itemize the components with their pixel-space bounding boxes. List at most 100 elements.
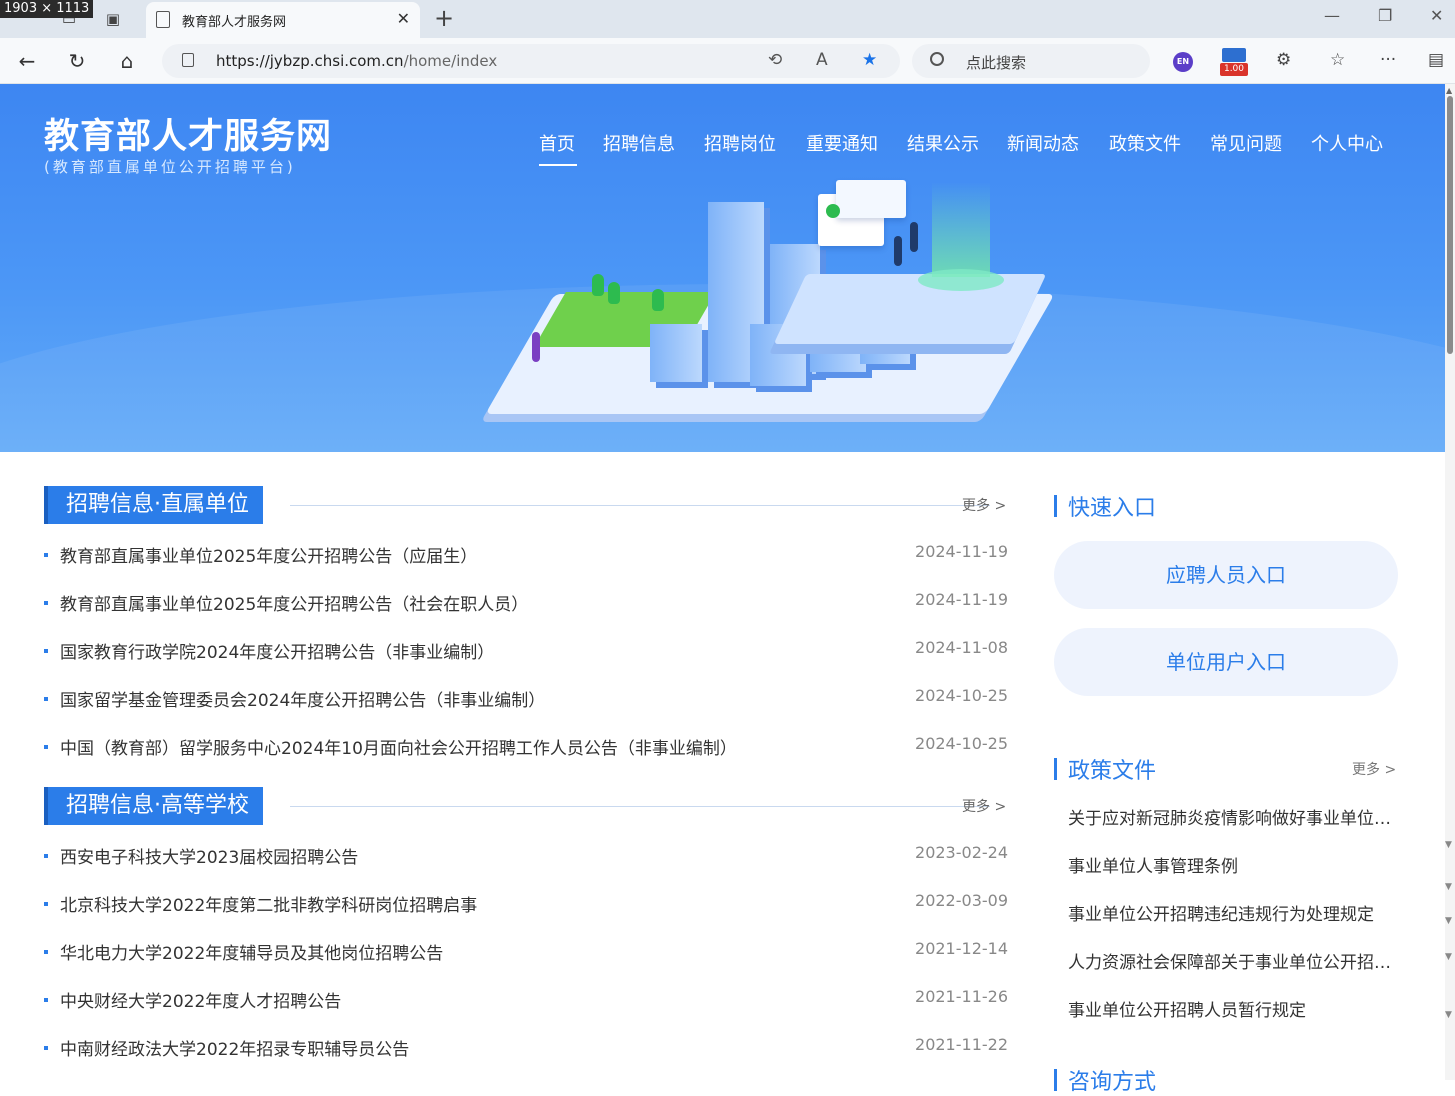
nav-policy[interactable]: 政策文件 [1109,130,1181,156]
news-date: 2024-10-25 [915,686,1008,705]
bullet-icon [44,902,48,906]
scroll-up-icon[interactable]: ▲ [1446,86,1452,95]
nav-news[interactable]: 新闻动态 [1007,130,1079,156]
news-date: 2021-11-26 [915,987,1008,1006]
scroll-down-icon[interactable]: ▼ [1445,1010,1455,1020]
news-date: 2023-02-24 [915,843,1008,862]
list-item[interactable]: 北京科技大学2022年度第二批非教学科研岗位招聘启事 2022-03-09 [44,888,1008,918]
person-icon [532,332,540,362]
read-aloud-icon[interactable]: A [816,50,828,70]
new-tab-icon[interactable]: + [434,4,454,32]
banner-illustration [485,174,1060,452]
extension-icon[interactable] [1222,48,1246,62]
bullet-icon [44,998,48,1002]
nav-recruit-jobs[interactable]: 招聘岗位 [704,130,776,156]
section-divider [290,806,990,807]
news-title[interactable]: 北京科技大学2022年度第二批非教学科研岗位招聘启事 [60,891,477,916]
back-icon[interactable]: ← [14,48,40,74]
news-title[interactable]: 中南财经政法大学2022年招录专职辅导员公告 [60,1035,409,1060]
more-menu-icon[interactable]: ··· [1380,50,1396,70]
dimension-overlay: 1903 × 1113 [0,0,94,18]
profile-card [836,180,906,218]
nav-results[interactable]: 结果公示 [907,130,979,156]
illustration-pad [918,269,1004,291]
scroll-down-icon[interactable]: ▼ [1445,840,1455,850]
page-scrollbar[interactable]: ▲ [1445,84,1455,1080]
scroll-down-icon[interactable]: ▼ [1445,916,1455,926]
hero-banner: 教育部人才服务网 (教育部直属单位公开招聘平台) 首页 招聘信息 招聘岗位 重要… [0,84,1445,452]
news-title[interactable]: 国家留学基金管理委员会2024年度公开招聘公告（非事业编制） [60,686,545,711]
section-title: 招聘信息·高等学校 [44,787,263,825]
window-close-icon[interactable]: ✕ [1430,6,1443,25]
extensions-icon[interactable]: ⚙ [1276,50,1291,70]
more-link[interactable]: 更多 > [962,796,1006,816]
close-tab-icon[interactable]: ✕ [397,9,410,28]
light-beam [932,182,990,277]
active-tab[interactable]: 教育部人才服务网 ✕ [146,2,420,38]
bullet-icon [44,601,48,605]
list-item[interactable]: 教育部直属事业单位2025年度公开招聘公告（社会在职人员） 2024-11-19 [44,587,1008,617]
news-title[interactable]: 中国（教育部）留学服务中心2024年10月面向社会公开招聘工作人员公告（非事业编… [60,734,737,759]
nav-recruit-info[interactable]: 招聘信息 [603,130,675,156]
more-link[interactable]: 更多 > [1352,759,1396,779]
list-item[interactable]: 中国（教育部）留学服务中心2024年10月面向社会公开招聘工作人员公告（非事业编… [44,731,1008,761]
lock-icon[interactable] [182,53,194,67]
restore-icon[interactable]: ❐ [1378,6,1392,25]
favorite-star-icon[interactable]: ★ [862,50,877,70]
search-input[interactable]: 点此搜索 [912,44,1150,78]
url-input[interactable]: https://jybzp.chsi.com.cn/home/index ⟲ A… [162,44,900,78]
nav-home[interactable]: 首页 [539,130,575,156]
consult-header: 咨询方式 [1054,1066,1398,1096]
news-title[interactable]: 国家教育行政学院2024年度公开招聘公告（非事业编制） [60,638,494,663]
minimize-icon[interactable]: — [1324,6,1340,25]
list-item[interactable]: 中南财经政法大学2022年招录专职辅导员公告 2021-11-22 [44,1032,1008,1062]
news-title[interactable]: 中央财经大学2022年度人才招聘公告 [60,987,341,1012]
scroll-down-icon[interactable]: ▼ [1445,952,1455,962]
section-title: 招聘信息·直属单位 [44,486,263,524]
applicant-entry-button[interactable]: 应聘人员入口 [1054,541,1398,609]
policy-item[interactable]: 关于应对新冠肺炎疫情影响做好事业单位公开招聘高校毕业生工作的通知 [1068,804,1398,829]
favorites-icon[interactable]: ☆ [1330,50,1345,70]
list-item[interactable]: 国家留学基金管理委员会2024年度公开招聘公告（非事业编制） 2024-10-2… [44,683,1008,713]
list-item[interactable]: 国家教育行政学院2024年度公开招聘公告（非事业编制） 2024-11-08 [44,635,1008,665]
employer-entry-button[interactable]: 单位用户入口 [1054,628,1398,696]
list-item[interactable]: 华北电力大学2022年度辅导员及其他岗位招聘公告 2021-12-14 [44,936,1008,966]
policy-item[interactable]: 事业单位公开招聘人员暂行规定 [1068,996,1398,1021]
search-placeholder: 点此搜索 [966,54,1027,72]
nav-notices[interactable]: 重要通知 [806,130,878,156]
news-date: 2024-11-19 [915,590,1008,609]
policy-item[interactable]: 事业单位人事管理条例 [1068,852,1398,877]
bullet-icon [44,1046,48,1050]
search-icon [930,52,944,66]
scroll-down-icon[interactable]: ▼ [1445,882,1455,892]
app-available-icon[interactable]: ⟲ [768,50,782,70]
home-icon[interactable]: ⌂ [114,48,140,74]
site-title[interactable]: 教育部人才服务网 [44,108,332,159]
nav-user-center[interactable]: 个人中心 [1311,130,1383,156]
more-link[interactable]: 更多 > [962,495,1006,515]
refresh-icon[interactable]: ↻ [64,48,90,74]
url-text: https://jybzp.chsi.com.cn/home/index [216,52,498,70]
policy-title: 政策文件 [1068,759,1157,784]
tab-actions-icon[interactable]: ▣ [102,8,124,30]
list-item[interactable]: 中央财经大学2022年度人才招聘公告 2021-11-26 [44,984,1008,1014]
translate-extension-icon[interactable]: EN [1173,52,1193,72]
tab-title: 教育部人才服务网 [182,15,287,30]
list-item[interactable]: 教育部直属事业单位2025年度公开招聘公告（应届生） 2024-11-19 [44,539,1008,569]
news-title[interactable]: 西安电子科技大学2023届校园招聘公告 [60,843,358,868]
nav-faq[interactable]: 常见问题 [1210,130,1282,156]
tree-icon [652,289,664,311]
bullet-icon [44,553,48,557]
news-title[interactable]: 华北电力大学2022年度辅导员及其他岗位招聘公告 [60,939,443,964]
policy-item[interactable]: 事业单位公开招聘违纪违规行为处理规定 [1068,900,1398,925]
scrollbar-thumb[interactable] [1447,96,1453,354]
page-icon [156,11,170,28]
illustration-stage [773,274,1047,344]
sidebar-toggle-icon[interactable]: ▤ [1428,50,1444,70]
news-title[interactable]: 教育部直属事业单位2025年度公开招聘公告（社会在职人员） [60,590,528,615]
policy-item[interactable]: 人力资源社会保障部关于事业单位公开招聘岗位条件设置有关问题的通知 [1068,948,1398,973]
browser-tab-bar: 1903 × 1113 ▭ ▣ 教育部人才服务网 ✕ + — ❐ ✕ [0,0,1455,38]
bullet-icon [44,697,48,701]
list-item[interactable]: 西安电子科技大学2023届校园招聘公告 2023-02-24 [44,840,1008,870]
news-title[interactable]: 教育部直属事业单位2025年度公开招聘公告（应届生） [60,542,477,567]
